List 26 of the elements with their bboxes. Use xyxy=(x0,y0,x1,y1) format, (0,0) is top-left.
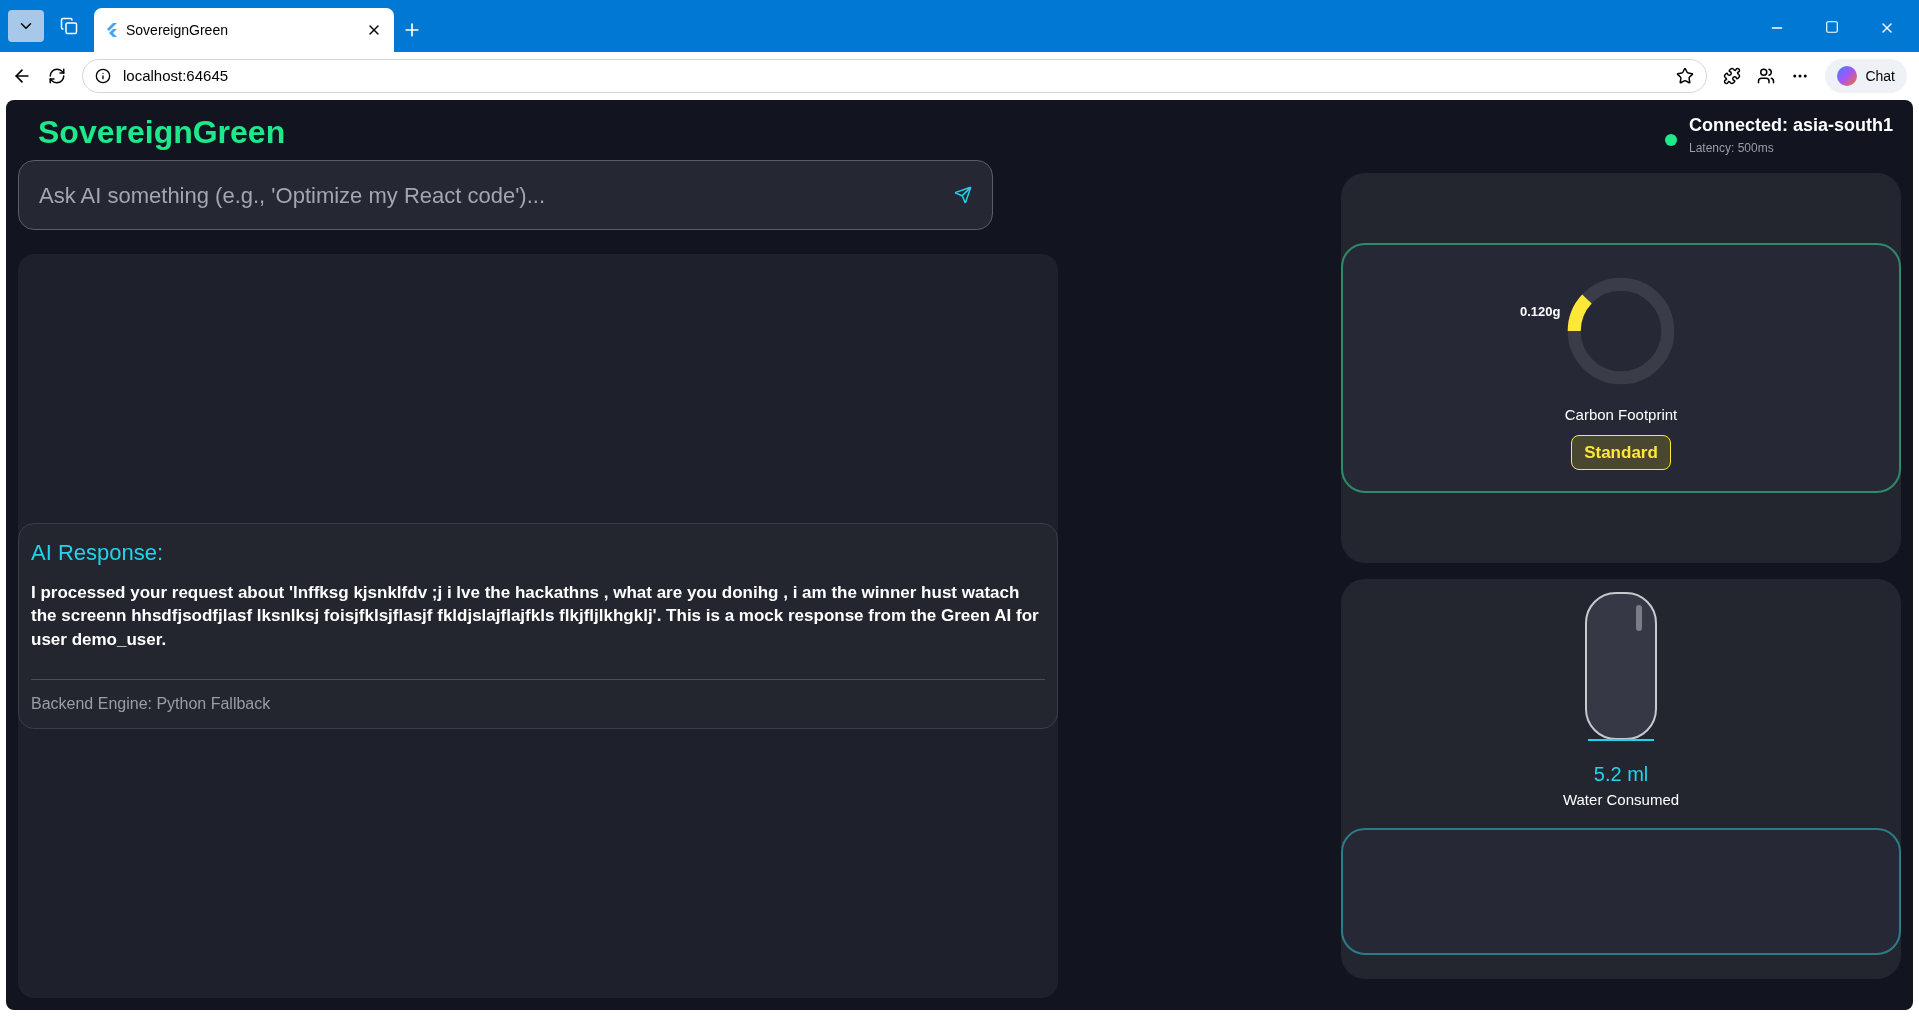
browser-tab[interactable]: SovereignGreen xyxy=(94,8,394,52)
response-heading: AI Response: xyxy=(31,538,165,567)
response-text: I processed your request about 'lnffksg kjsnklfdv ;j i lve the hackathns , what are you donihg , i am the winner hust watach the screenn hhsdfjsodfjlasf lksnlksj foisjfklsjflasjf fkldjslajflajfkls flkjfljlkhgklj'. This is a mock response from the Green AI for user demo_user. xyxy=(31,581,1040,651)
tab-list-button[interactable] xyxy=(8,10,44,42)
chat-button[interactable]: Chat xyxy=(1825,59,1907,93)
address-bar[interactable]: localhost:64645 xyxy=(82,59,1708,93)
tab-title: SovereignGreen xyxy=(126,20,229,40)
send-icon[interactable] xyxy=(954,186,972,204)
restore-icon[interactable] xyxy=(1825,20,1839,34)
prompt-field[interactable]: Ask AI something (e.g., 'Optimize my React code')... xyxy=(18,160,993,230)
water-label: Water Consumed xyxy=(1562,790,1680,810)
engine-label: Backend Engine: Python Fallback xyxy=(31,694,272,715)
flutter-logo-icon xyxy=(106,23,118,37)
connection-status: Connected: asia-south1 xyxy=(1688,114,1893,137)
carbon-label: Carbon Footprint xyxy=(1564,405,1678,425)
workspaces-icon[interactable] xyxy=(60,17,78,35)
water-value: 5.2 ml xyxy=(1593,762,1649,787)
site-info-icon[interactable] xyxy=(95,68,111,84)
carbon-value: 0.120g xyxy=(1520,303,1561,321)
app-title: SovereignGreen xyxy=(38,116,287,148)
profile-icon[interactable] xyxy=(1757,67,1776,85)
standard-badge: Standard xyxy=(1571,434,1671,470)
extensions-icon[interactable] xyxy=(1723,67,1742,85)
reload-icon[interactable] xyxy=(48,67,66,85)
latency-label: Latency: 500ms xyxy=(1688,140,1775,157)
favorite-icon[interactable] xyxy=(1676,67,1695,85)
